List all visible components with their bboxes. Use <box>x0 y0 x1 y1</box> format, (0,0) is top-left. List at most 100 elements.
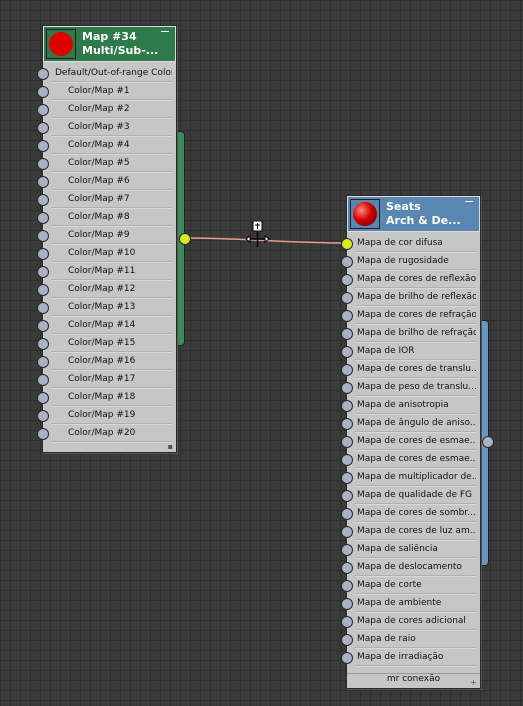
input-socket[interactable] <box>341 436 353 448</box>
input-socket[interactable] <box>341 526 353 538</box>
slot-row[interactable]: Mapa de rugosidade <box>341 253 480 271</box>
slot-row[interactable]: Color/Map #15 <box>37 335 176 353</box>
input-socket[interactable] <box>37 104 49 116</box>
slot-row[interactable]: Mapa de cores de sombr... <box>341 505 480 523</box>
slot-row[interactable]: Mapa de cores de esmae... <box>341 433 480 451</box>
slot-row[interactable]: Color/Map #18 <box>37 389 176 407</box>
slot-row[interactable]: Color/Map #4 <box>37 137 176 155</box>
input-socket[interactable] <box>37 302 49 314</box>
slot-row[interactable]: Mapa de cores de reflexão <box>341 271 480 289</box>
input-socket[interactable] <box>37 410 49 422</box>
slot-row[interactable]: Color/Map #17 <box>37 371 176 389</box>
input-socket[interactable] <box>341 616 353 628</box>
input-socket[interactable] <box>341 580 353 592</box>
slot-row[interactable]: Color/Map #10 <box>37 245 176 263</box>
slot-row[interactable]: Color/Map #19 <box>37 407 176 425</box>
input-socket[interactable] <box>341 292 353 304</box>
slot-row[interactable]: Mapa de raio <box>341 631 480 649</box>
map-thumbnail[interactable] <box>46 29 76 59</box>
slot-row[interactable]: Mapa de ângulo de aniso... <box>341 415 480 433</box>
seats-node[interactable]: Seats Arch & De... Mapa de cor difusa Map… <box>341 195 481 689</box>
input-socket[interactable] <box>341 634 353 646</box>
input-socket[interactable] <box>341 652 353 664</box>
slot-row[interactable]: Mapa de cores de luz am... <box>341 523 480 541</box>
minimize-icon[interactable] <box>465 201 473 202</box>
slot-row[interactable]: Mapa de brilho de reflexão <box>341 289 480 307</box>
slot-row[interactable]: Mapa de cores de refração <box>341 307 480 325</box>
slot-row[interactable]: Mapa de cores adicional <box>341 613 480 631</box>
input-socket[interactable] <box>37 68 49 80</box>
slot-row[interactable]: Mapa de ambiente <box>341 595 480 613</box>
input-socket[interactable] <box>341 328 353 340</box>
slot-row[interactable]: Default/Out-of-range Color <box>37 65 176 83</box>
input-socket[interactable] <box>341 238 353 250</box>
slot-row[interactable]: Mapa de brilho de refração <box>341 325 480 343</box>
resize-grip-icon[interactable]: ▪ <box>168 442 173 451</box>
input-socket[interactable] <box>37 374 49 386</box>
input-socket[interactable] <box>341 454 353 466</box>
input-socket[interactable] <box>37 320 49 332</box>
input-socket[interactable] <box>341 490 353 502</box>
map-output-socket[interactable] <box>179 233 191 245</box>
input-socket[interactable] <box>341 274 353 286</box>
slot-row[interactable]: Mapa de irradiação <box>341 649 480 667</box>
seats-node-header[interactable]: Seats Arch & De... <box>347 196 480 232</box>
input-socket[interactable] <box>37 212 49 224</box>
slot-row[interactable]: Mapa de anisotropia <box>341 397 480 415</box>
input-socket[interactable] <box>341 418 353 430</box>
slot-row[interactable]: Color/Map #11 <box>37 263 176 281</box>
input-socket[interactable] <box>341 346 353 358</box>
map-node[interactable]: Map #34 Multi/Sub-... Default/Out-of-ran… <box>37 25 177 453</box>
slot-row[interactable]: Mapa de IOR <box>341 343 480 361</box>
input-socket[interactable] <box>341 256 353 268</box>
input-socket[interactable] <box>37 194 49 206</box>
slot-row[interactable]: Color/Map #2 <box>37 101 176 119</box>
input-socket[interactable] <box>37 158 49 170</box>
slot-row[interactable]: Mapa de corte <box>341 577 480 595</box>
slot-row[interactable]: Color/Map #14 <box>37 317 176 335</box>
input-socket[interactable] <box>37 356 49 368</box>
slot-row[interactable]: Mapa de deslocamento <box>341 559 480 577</box>
input-socket[interactable] <box>37 140 49 152</box>
input-socket[interactable] <box>37 392 49 404</box>
input-socket[interactable] <box>341 364 353 376</box>
slot-row[interactable]: Color/Map #7 <box>37 191 176 209</box>
slot-row[interactable]: Mapa de saliência <box>341 541 480 559</box>
input-socket[interactable] <box>37 230 49 242</box>
input-socket[interactable] <box>37 338 49 350</box>
seats-thumbnail[interactable] <box>350 199 380 229</box>
slot-row[interactable]: Mapa de cores de translu... <box>341 361 480 379</box>
input-socket[interactable] <box>37 248 49 260</box>
slot-row[interactable]: Color/Map #13 <box>37 299 176 317</box>
map-node-header[interactable]: Map #34 Multi/Sub-... <box>43 26 176 62</box>
input-socket[interactable] <box>37 86 49 98</box>
slot-row[interactable]: Color/Map #8 <box>37 209 176 227</box>
slot-row[interactable]: Color/Map #9 <box>37 227 176 245</box>
input-socket[interactable] <box>341 310 353 322</box>
slot-row[interactable]: Mapa de qualidade de FG <box>341 487 480 505</box>
input-socket[interactable] <box>341 472 353 484</box>
input-socket[interactable] <box>37 284 49 296</box>
slot-row[interactable]: Color/Map #5 <box>37 155 176 173</box>
minimize-icon[interactable] <box>161 31 169 32</box>
slot-row[interactable]: Mapa de peso de translu... <box>341 379 480 397</box>
input-socket[interactable] <box>341 508 353 520</box>
input-socket[interactable] <box>37 122 49 134</box>
input-socket[interactable] <box>37 176 49 188</box>
input-socket[interactable] <box>37 266 49 278</box>
input-socket[interactable] <box>341 598 353 610</box>
seats-output-socket[interactable] <box>482 436 494 448</box>
input-socket[interactable] <box>341 382 353 394</box>
input-socket[interactable] <box>37 428 49 440</box>
input-socket[interactable] <box>341 544 353 556</box>
input-socket[interactable] <box>341 400 353 412</box>
expand-icon[interactable]: + <box>470 678 477 687</box>
slot-row[interactable]: Mapa de cor difusa <box>341 235 480 253</box>
slot-row[interactable]: Color/Map #1 <box>37 83 176 101</box>
slot-row[interactable]: Mapa de cores de esmae... <box>341 451 480 469</box>
slot-row[interactable]: Color/Map #16 <box>37 353 176 371</box>
slot-row[interactable]: Color/Map #12 <box>37 281 176 299</box>
slot-row[interactable]: Mapa de multiplicador de... <box>341 469 480 487</box>
slot-row[interactable]: Color/Map #6 <box>37 173 176 191</box>
input-socket[interactable] <box>341 562 353 574</box>
